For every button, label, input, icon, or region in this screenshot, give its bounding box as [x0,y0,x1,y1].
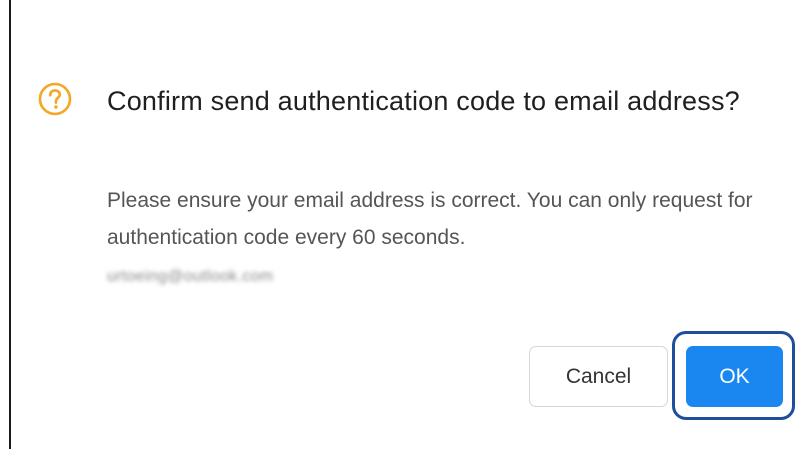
dialog-left-edge [9,0,11,449]
dialog-message: Please ensure your email address is corr… [107,189,753,249]
email-address: urtoeing@outlook.com [107,268,274,285]
cancel-button[interactable]: Cancel [529,346,668,407]
ok-button[interactable]: OK [686,346,783,407]
dialog-title: Confirm send authentication code to emai… [107,86,740,116]
confirm-dialog: Confirm send authentication code to emai… [0,0,795,449]
question-circle-icon [37,81,73,117]
